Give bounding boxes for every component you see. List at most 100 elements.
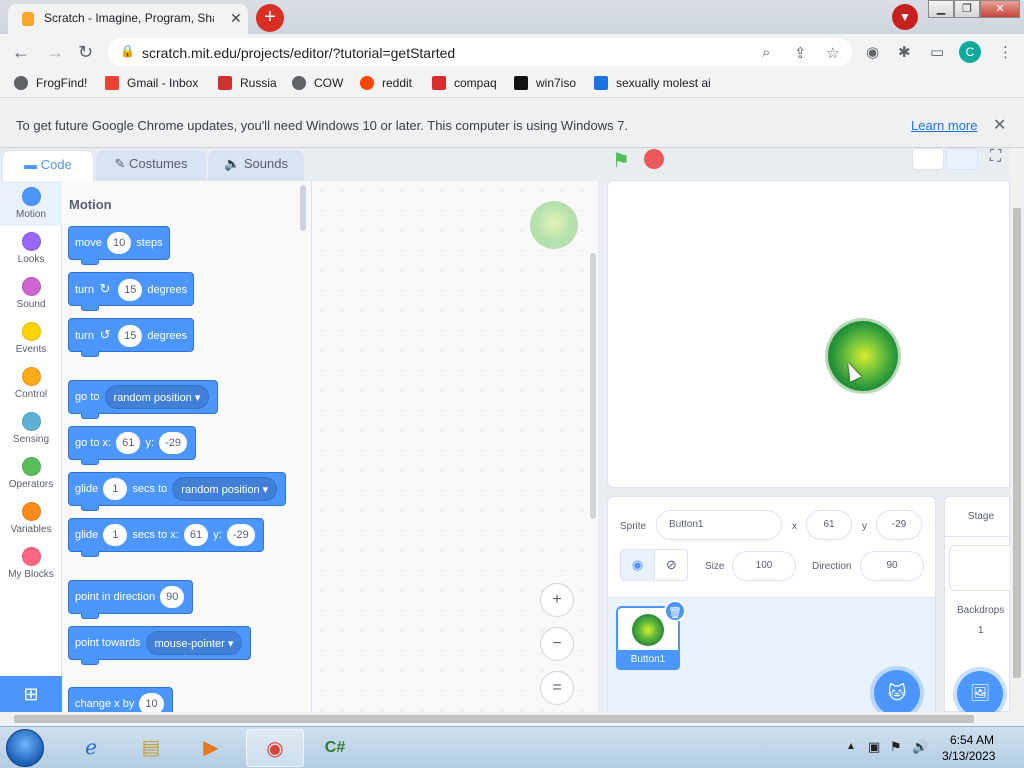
- turn-left-degrees-input[interactable]: 15: [118, 325, 143, 348]
- glide-x-input[interactable]: 61: [183, 524, 209, 547]
- category-motion[interactable]: Motion: [0, 181, 62, 226]
- kebab-menu-icon[interactable]: ⋮: [998, 43, 1013, 61]
- forward-arrow-icon[interactable]: →: [46, 42, 64, 63]
- script-area-scrollbar[interactable]: [590, 253, 596, 519]
- category-sensing[interactable]: Sensing: [0, 412, 62, 445]
- tab-search-icon[interactable]: ▼: [892, 4, 918, 30]
- block-point-in-direction[interactable]: point in direction 90: [68, 580, 194, 619]
- network-icon[interactable]: ▣: [868, 739, 880, 755]
- learn-more-link[interactable]: Learn more: [911, 118, 977, 133]
- turn-right-degrees-input[interactable]: 15: [118, 279, 143, 302]
- show-hidden-icons-icon[interactable]: ▲: [846, 741, 856, 752]
- block-go-to-xy[interactable]: go to x: 61 y: -29: [68, 426, 196, 465]
- sprite-x-input[interactable]: 61: [806, 510, 852, 540]
- extensions-puzzle-icon[interactable]: ✱: [898, 43, 911, 61]
- delete-sprite-icon[interactable]: 🗑: [664, 600, 686, 622]
- block-turn-left[interactable]: turn ↺ 15 degrees: [68, 318, 195, 357]
- reload-icon[interactable]: ↻: [78, 42, 93, 63]
- hide-eye-icon[interactable]: ⊘: [655, 550, 688, 580]
- volume-icon[interactable]: 🔊: [912, 739, 928, 755]
- extension-app-icon[interactable]: ◉: [866, 43, 879, 61]
- chrome-icon[interactable]: ◉: [246, 729, 304, 767]
- direction-input[interactable]: 90: [160, 586, 185, 609]
- category-events[interactable]: Events: [0, 322, 62, 355]
- point-towards-dropdown[interactable]: mouse-pointer ▾: [145, 631, 243, 656]
- page-vertical-scrollbar[interactable]: [1010, 148, 1024, 712]
- address-bar[interactable]: 🔒 scratch.mit.edu/projects/editor/?tutor…: [108, 38, 852, 66]
- category-looks[interactable]: Looks: [0, 232, 62, 265]
- file-explorer-icon[interactable]: ▤: [122, 729, 180, 767]
- url-text[interactable]: scratch.mit.edu/projects/editor/?tutoria…: [142, 45, 455, 61]
- zoom-reset-icon[interactable]: =: [540, 671, 574, 705]
- category-variables[interactable]: Variables: [0, 502, 62, 535]
- show-eye-icon[interactable]: ◉: [621, 550, 655, 580]
- csharp-icon[interactable]: C#: [306, 729, 364, 767]
- bookmark-compaq[interactable]: compaq: [432, 76, 497, 90]
- bookmark-frogfind[interactable]: FrogFind!: [14, 76, 87, 90]
- internet-explorer-icon[interactable]: ℯ: [62, 729, 120, 767]
- glide-xy-secs-input[interactable]: 1: [103, 524, 128, 547]
- back-arrow-icon[interactable]: ←: [12, 42, 30, 63]
- choose-sprite-icon[interactable]: 🐱: [874, 670, 920, 712]
- profile-avatar[interactable]: C: [959, 41, 981, 63]
- search-icon[interactable]: ⌕: [762, 44, 770, 61]
- tab-close-icon[interactable]: ✕: [230, 10, 242, 27]
- glide-target-dropdown[interactable]: random position ▾: [172, 477, 278, 502]
- normal-stage-button[interactable]: [946, 148, 978, 170]
- browser-tab-scratch[interactable]: Scratch - Imagine, Program, Share ✕: [8, 4, 248, 34]
- horizontal-scroll-thumb[interactable]: [14, 715, 974, 723]
- block-change-x[interactable]: change x by 10: [68, 687, 173, 712]
- bookmark-win7iso[interactable]: win7iso: [514, 76, 576, 90]
- choose-backdrop-icon[interactable]: 🖼: [957, 671, 1003, 712]
- start-button[interactable]: [6, 729, 44, 767]
- sprite-button1[interactable]: [828, 321, 898, 391]
- green-flag-icon[interactable]: ⚑: [612, 148, 630, 173]
- close-window-button[interactable]: ✕: [980, 0, 1020, 18]
- minimize-button[interactable]: ▁: [928, 0, 954, 18]
- zoom-in-icon[interactable]: +: [540, 583, 574, 617]
- stage-selector[interactable]: Stage Backdrops 1 🖼: [944, 496, 1010, 712]
- infobar-close-icon[interactable]: ✕: [993, 115, 1006, 135]
- sprite-size-input[interactable]: 100: [732, 551, 796, 581]
- add-extension-icon[interactable]: ⊞: [0, 676, 62, 712]
- bookmark-star-icon[interactable]: ☆: [826, 44, 839, 62]
- fullscreen-icon[interactable]: ⛶: [990, 148, 1001, 166]
- block-turn-right[interactable]: turn ↻ 15 degrees: [68, 272, 195, 311]
- lock-icon[interactable]: 🔒: [120, 44, 135, 58]
- block-go-to[interactable]: go to random position ▾: [68, 380, 219, 419]
- block-move-steps[interactable]: move 10 steps: [68, 226, 170, 265]
- block-glide-xy[interactable]: glide 1 secs to x: 61 y: -29: [68, 518, 264, 557]
- block-point-towards[interactable]: point towards mouse-pointer ▾: [68, 626, 252, 665]
- sprite-name-input[interactable]: Button1: [656, 510, 782, 540]
- go-to-target-dropdown[interactable]: random position ▾: [104, 385, 210, 410]
- move-steps-input[interactable]: 10: [106, 232, 132, 255]
- stop-icon[interactable]: [644, 149, 664, 169]
- bookmark-ai[interactable]: sexually molest ai: [594, 76, 711, 90]
- share-icon[interactable]: ⇪: [794, 44, 807, 62]
- category-sound[interactable]: Sound: [0, 277, 62, 310]
- palette-scrollbar[interactable]: [300, 185, 306, 231]
- script-area[interactable]: + − =: [312, 181, 598, 712]
- new-tab-button[interactable]: +: [256, 4, 284, 32]
- bookmark-cow[interactable]: COW: [292, 76, 343, 90]
- sprite-direction-input[interactable]: 90: [860, 551, 924, 581]
- bookmark-reddit[interactable]: reddit: [360, 76, 412, 90]
- clock-date[interactable]: 3/13/2023: [942, 749, 995, 763]
- category-control[interactable]: Control: [0, 367, 62, 400]
- maximize-button[interactable]: ❐: [954, 0, 980, 18]
- clock-time[interactable]: 6:54 AM: [950, 733, 994, 747]
- glide-y-input[interactable]: -29: [226, 524, 255, 547]
- category-operators[interactable]: Operators: [0, 457, 62, 490]
- block-glide-to[interactable]: glide 1 secs to random position ▾: [68, 472, 287, 511]
- stage-canvas[interactable]: [607, 180, 1010, 488]
- tab-sounds[interactable]: 🔈 Sounds: [208, 150, 304, 182]
- vertical-scroll-thumb[interactable]: [1013, 208, 1021, 678]
- zoom-out-icon[interactable]: −: [540, 627, 574, 661]
- bookmark-gmail[interactable]: Gmail - Inbox: [105, 76, 198, 90]
- tab-costumes[interactable]: ✎ Costumes: [96, 150, 206, 182]
- media-player-icon[interactable]: ▶: [182, 729, 240, 767]
- page-horizontal-scrollbar[interactable]: [0, 712, 1024, 726]
- small-stage-button[interactable]: [912, 148, 944, 170]
- go-to-x-input[interactable]: 61: [116, 432, 141, 455]
- side-panel-icon[interactable]: ▭: [930, 43, 944, 61]
